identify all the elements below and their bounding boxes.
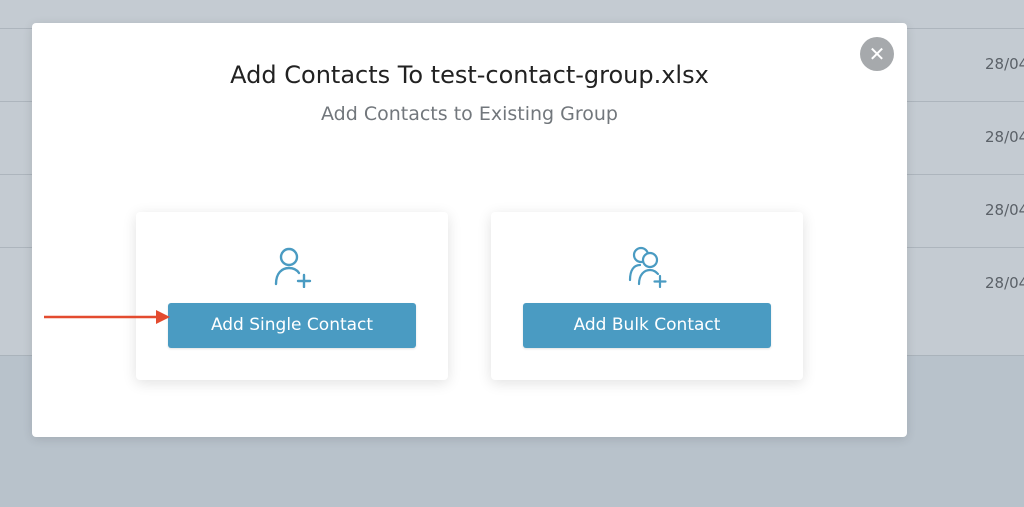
modal-title: Add Contacts To test-contact-group.xlsx (230, 61, 709, 89)
row-date: 28/04 (985, 128, 1024, 146)
bulk-contact-card: Add Bulk Contact (491, 212, 803, 380)
screen: 28/04 28/04 28/04 28/04 ✕ Add Contacts T… (0, 0, 1024, 507)
add-single-contact-button[interactable]: Add Single Contact (168, 303, 416, 348)
row-date: 28/04 (985, 274, 1024, 292)
row-date: 28/04 (985, 55, 1024, 73)
add-bulk-contact-button[interactable]: Add Bulk Contact (523, 303, 771, 348)
single-contact-card: Add Single Contact (136, 212, 448, 380)
user-add-icon (274, 247, 312, 288)
users-add-icon (628, 246, 667, 288)
modal-subtitle: Add Contacts to Existing Group (321, 103, 618, 125)
annotation-arrow-icon (44, 310, 170, 324)
add-contacts-modal: ✕ Add Contacts To test-contact-group.xls… (32, 23, 907, 437)
row-date: 28/04 (985, 201, 1024, 219)
